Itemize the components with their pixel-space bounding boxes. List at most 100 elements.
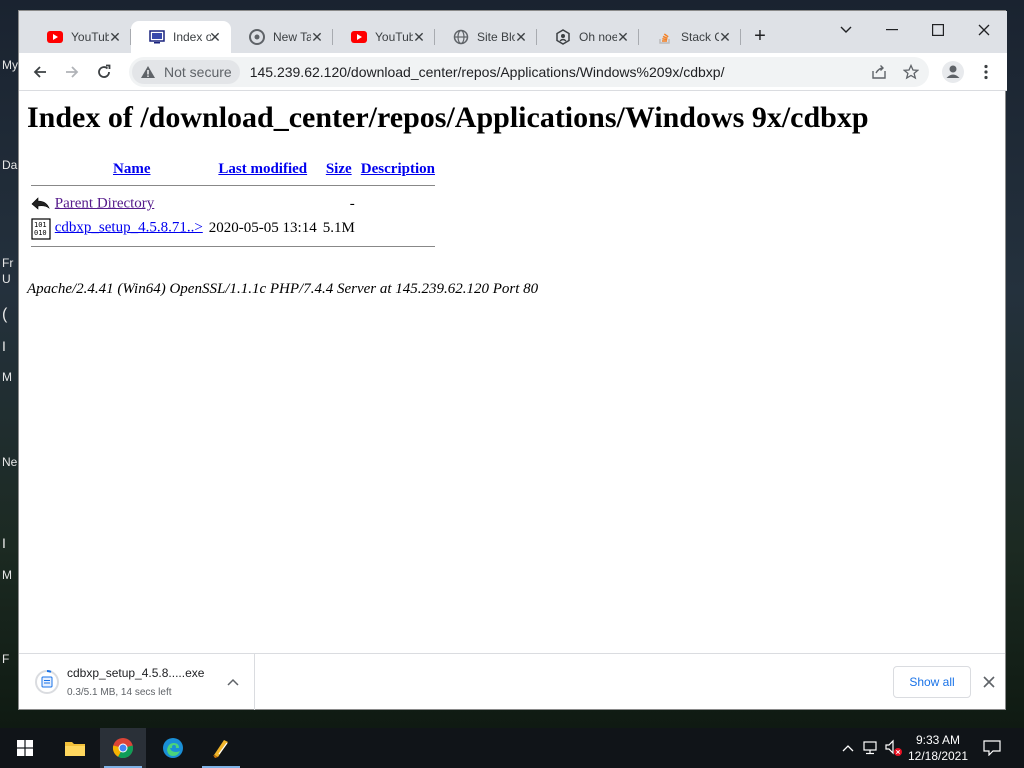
page-content: Index of /download_center/repos/Applicat… <box>19 91 1005 653</box>
taskbar-edge[interactable] <box>150 728 196 768</box>
sort-by-name-link[interactable]: Name <box>113 161 151 177</box>
download-options-button[interactable] <box>223 672 243 692</box>
tab-index-of[interactable]: Index of ✕ <box>131 21 231 53</box>
download-filename: cdbxp_setup_4.5.8.....exe <box>67 666 205 680</box>
tab-strip: YouTube ✕ Index of ✕ New Tab ✕ YouTu <box>19 11 1007 53</box>
network-tray-button[interactable] <box>860 738 880 758</box>
youtube-icon <box>47 29 63 45</box>
menu-button[interactable] <box>973 59 999 85</box>
tab-youtube-2[interactable]: YouTube ✕ <box>333 21 435 53</box>
tab-search-button[interactable] <box>831 17 861 43</box>
desktop-icon-label: F <box>2 652 10 666</box>
tab-close-icon[interactable]: ✕ <box>207 29 223 45</box>
taskbar-file-explorer[interactable] <box>52 728 98 768</box>
close-download-shelf-button[interactable] <box>979 672 999 692</box>
back-button[interactable] <box>27 59 53 85</box>
desktop-icon-label: I <box>2 338 6 354</box>
system-clock[interactable]: 9:33 AM 12/18/2021 <box>902 732 974 764</box>
start-button[interactable] <box>2 728 48 768</box>
taskbar-app-running[interactable] <box>198 728 244 768</box>
file-download-link[interactable]: cdbxp_setup_4.5.8.71..> <box>55 219 203 235</box>
desktop-icon-label: Fr <box>2 256 14 270</box>
bookmark-button[interactable] <box>901 62 921 82</box>
parent-directory-link[interactable]: Parent Directory <box>55 195 155 211</box>
tab-close-icon[interactable]: ✕ <box>513 29 529 45</box>
svg-text:010: 010 <box>34 229 47 237</box>
minimize-button[interactable] <box>877 17 907 43</box>
tab-youtube[interactable]: YouTube ✕ <box>29 21 131 53</box>
svg-text:101: 101 <box>34 221 47 229</box>
reload-button[interactable] <box>91 59 117 85</box>
sort-by-size-link[interactable]: Size <box>326 161 352 177</box>
youtube-icon <box>351 29 367 45</box>
tab-separator <box>740 29 741 45</box>
modified-cell: 2020-05-05 13:14 <box>208 219 317 236</box>
khan-icon <box>555 29 571 45</box>
volume-muted-icon <box>885 739 902 756</box>
chevron-up-icon <box>842 745 854 752</box>
close-window-button[interactable] <box>969 17 999 43</box>
url-text[interactable]: 145.239.62.120/download_center/repos/App… <box>250 64 725 80</box>
desktop-icon-label: M <box>2 370 12 384</box>
stackoverflow-icon <box>657 29 673 45</box>
star-icon <box>903 64 919 80</box>
tab-close-icon[interactable]: ✕ <box>107 29 123 45</box>
tab-new-tab[interactable]: New Tab ✕ <box>231 21 333 53</box>
description-cell <box>359 217 437 239</box>
tab-title: Index of <box>173 30 211 44</box>
modified-cell <box>207 193 319 215</box>
separator-row <box>29 180 437 191</box>
server-signature: Apache/2.4.41 (Win64) OpenSSL/1.1.1c PHP… <box>27 281 539 297</box>
table-row: Parent Directory - <box>29 193 437 215</box>
tab-close-icon[interactable]: ✕ <box>309 29 325 45</box>
burner-app-icon <box>213 740 228 758</box>
modified-column-header: Last modified <box>207 161 319 178</box>
tab-close-icon[interactable]: ✕ <box>717 29 733 45</box>
separator-cell <box>29 241 437 252</box>
maximize-icon <box>932 24 944 36</box>
volume-tray-button[interactable] <box>884 738 904 758</box>
sort-by-description-link[interactable]: Description <box>361 161 435 177</box>
page-title: Index of /download_center/repos/Applicat… <box>27 101 869 134</box>
tab-close-icon[interactable]: ✕ <box>615 29 631 45</box>
tray-overflow-button[interactable] <box>838 738 858 758</box>
name-cell: 101 010 cdbxp_setup_4.5.8.71..> <box>29 217 205 240</box>
sort-by-modified-link[interactable]: Last modified <box>218 161 307 177</box>
browser-toolbar: Not secure 145.239.62.120/download_cente… <box>19 53 1007 91</box>
share-icon <box>872 65 886 79</box>
name-column-header: Name <box>111 161 205 178</box>
security-indicator[interactable]: Not secure <box>132 60 240 84</box>
windows-logo-icon <box>17 740 33 756</box>
chevron-down-icon <box>840 26 852 33</box>
clock-date: 12/18/2021 <box>907 749 969 763</box>
profile-button[interactable] <box>939 58 967 86</box>
download-status: 0.3/5.1 MB, 14 secs left <box>67 687 172 698</box>
taskbar-chrome[interactable] <box>100 728 146 768</box>
desktop-icon-label: I <box>2 535 6 551</box>
address-bar[interactable]: Not secure 145.239.62.120/download_cente… <box>129 57 929 87</box>
tab-close-icon[interactable]: ✕ <box>411 29 427 45</box>
tab-title: Stack Overflow <box>681 30 719 44</box>
divider <box>31 185 435 186</box>
show-all-button[interactable]: Show all <box>893 666 971 698</box>
directory-listing: Name Last modified Size Description Pare… <box>27 159 439 254</box>
close-icon <box>983 676 995 688</box>
page-icon <box>149 29 165 45</box>
globe-icon <box>453 29 469 45</box>
share-button[interactable] <box>869 62 889 82</box>
tab-title: YouTube <box>375 30 413 44</box>
network-icon <box>863 741 877 755</box>
separator-row <box>29 241 437 252</box>
download-item[interactable]: cdbxp_setup_4.5.8.....exe 0.3/5.1 MB, 14… <box>19 654 255 710</box>
taskbar: 9:33 AM 12/18/2021 <box>0 728 1024 768</box>
desktop-icon-label: ( <box>2 306 8 323</box>
tab-site-blocked[interactable]: Site Blocked ✕ <box>435 21 537 53</box>
new-tab-button[interactable]: + <box>745 23 775 49</box>
tab-stack-overflow[interactable]: Stack Overflow ✕ <box>639 21 741 53</box>
maximize-button[interactable] <box>923 17 953 43</box>
tab-oh-noes[interactable]: Oh noes ✕ <box>537 21 639 53</box>
chrome-icon <box>112 738 134 759</box>
action-center-button[interactable] <box>982 738 1002 758</box>
icon-column-header <box>29 161 109 178</box>
forward-button[interactable] <box>59 59 85 85</box>
